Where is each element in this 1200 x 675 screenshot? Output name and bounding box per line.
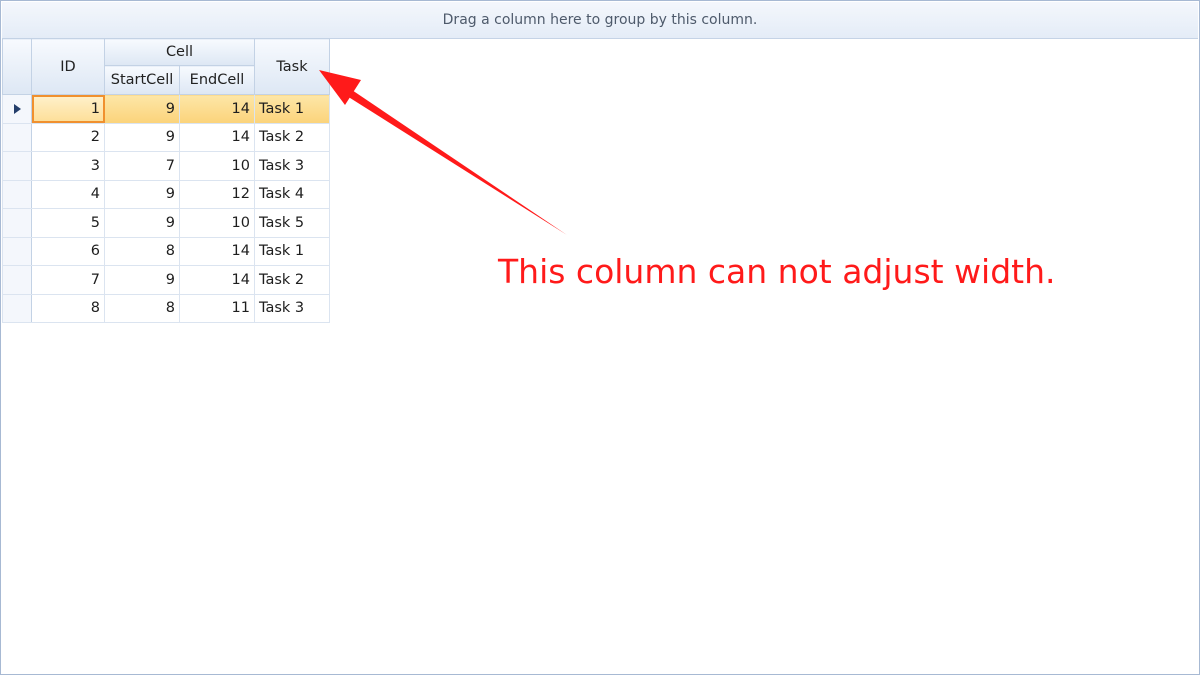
table-row[interactable]: 7 9 14 Task 2 <box>2 265 330 295</box>
cell-id[interactable]: 7 <box>31 265 105 295</box>
table-row[interactable]: 2 9 14 Task 2 <box>2 122 330 152</box>
cell-id[interactable]: 5 <box>31 208 105 238</box>
annotation-text: This column can not adjust width. <box>498 252 1056 291</box>
cell-id[interactable]: 6 <box>31 236 105 266</box>
row-indicator[interactable] <box>2 265 32 295</box>
column-header-startcell[interactable]: StartCell <box>104 65 180 95</box>
row-indicator[interactable] <box>2 179 32 209</box>
cell-startcell[interactable]: 9 <box>104 179 180 209</box>
cell-startcell[interactable]: 7 <box>104 151 180 181</box>
cell-endcell[interactable]: 10 <box>179 208 255 238</box>
grid-body: 1 9 14 Task 1 2 9 14 Task 2 3 7 10 Task 3 4 9 12 Task 4… <box>2 94 330 323</box>
row-indicator[interactable] <box>2 293 32 323</box>
cell-endcell[interactable]: 11 <box>179 293 255 323</box>
cell-endcell[interactable]: 14 <box>179 122 255 152</box>
band-header-cell[interactable]: Cell <box>104 38 255 66</box>
column-header-task[interactable]: Task <box>254 38 330 95</box>
row-indicator[interactable] <box>2 151 32 181</box>
column-header-id[interactable]: ID <box>31 38 105 95</box>
row-indicator-header <box>2 38 32 95</box>
table-row[interactable]: 5 9 10 Task 5 <box>2 208 330 238</box>
cell-endcell[interactable]: 14 <box>179 236 255 266</box>
cell-startcell[interactable]: 9 <box>104 208 180 238</box>
cell-id[interactable]: 8 <box>31 293 105 323</box>
table-row[interactable]: 3 7 10 Task 3 <box>2 151 330 181</box>
cell-endcell[interactable]: 14 <box>179 94 255 124</box>
row-indicator[interactable] <box>2 94 32 124</box>
cell-id[interactable]: 3 <box>31 151 105 181</box>
cell-endcell[interactable]: 10 <box>179 151 255 181</box>
group-by-panel[interactable]: Drag a column here to group by this colu… <box>2 2 1198 39</box>
cell-task[interactable]: Task 5 <box>254 208 330 238</box>
cell-id[interactable]: 2 <box>31 122 105 152</box>
row-indicator[interactable] <box>2 236 32 266</box>
table-row[interactable]: 6 8 14 Task 1 <box>2 236 330 266</box>
cell-task[interactable]: Task 3 <box>254 293 330 323</box>
cell-task[interactable]: Task 4 <box>254 179 330 209</box>
current-row-arrow-icon <box>13 103 21 114</box>
cell-endcell[interactable]: 12 <box>179 179 255 209</box>
cell-id[interactable]: 1 <box>31 94 105 124</box>
column-header-endcell[interactable]: EndCell <box>179 65 255 95</box>
row-indicator[interactable] <box>2 208 32 238</box>
cell-task[interactable]: Task 2 <box>254 122 330 152</box>
data-grid: ID Cell Task StartCell EndCell 1 9 14 Task … <box>2 38 330 323</box>
cell-startcell[interactable]: 9 <box>104 265 180 295</box>
cell-id[interactable]: 4 <box>31 179 105 209</box>
cell-startcell[interactable]: 9 <box>104 122 180 152</box>
table-row[interactable]: 1 9 14 Task 1 <box>2 94 330 124</box>
table-row[interactable]: 8 8 11 Task 3 <box>2 293 330 323</box>
cell-task[interactable]: Task 3 <box>254 151 330 181</box>
cell-task[interactable]: Task 1 <box>254 94 330 124</box>
cell-startcell[interactable]: 8 <box>104 236 180 266</box>
table-row[interactable]: 4 9 12 Task 4 <box>2 179 330 209</box>
cell-startcell[interactable]: 9 <box>104 94 180 124</box>
cell-task[interactable]: Task 2 <box>254 265 330 295</box>
cell-endcell[interactable]: 14 <box>179 265 255 295</box>
row-indicator[interactable] <box>2 122 32 152</box>
cell-task[interactable]: Task 1 <box>254 236 330 266</box>
cell-startcell[interactable]: 8 <box>104 293 180 323</box>
